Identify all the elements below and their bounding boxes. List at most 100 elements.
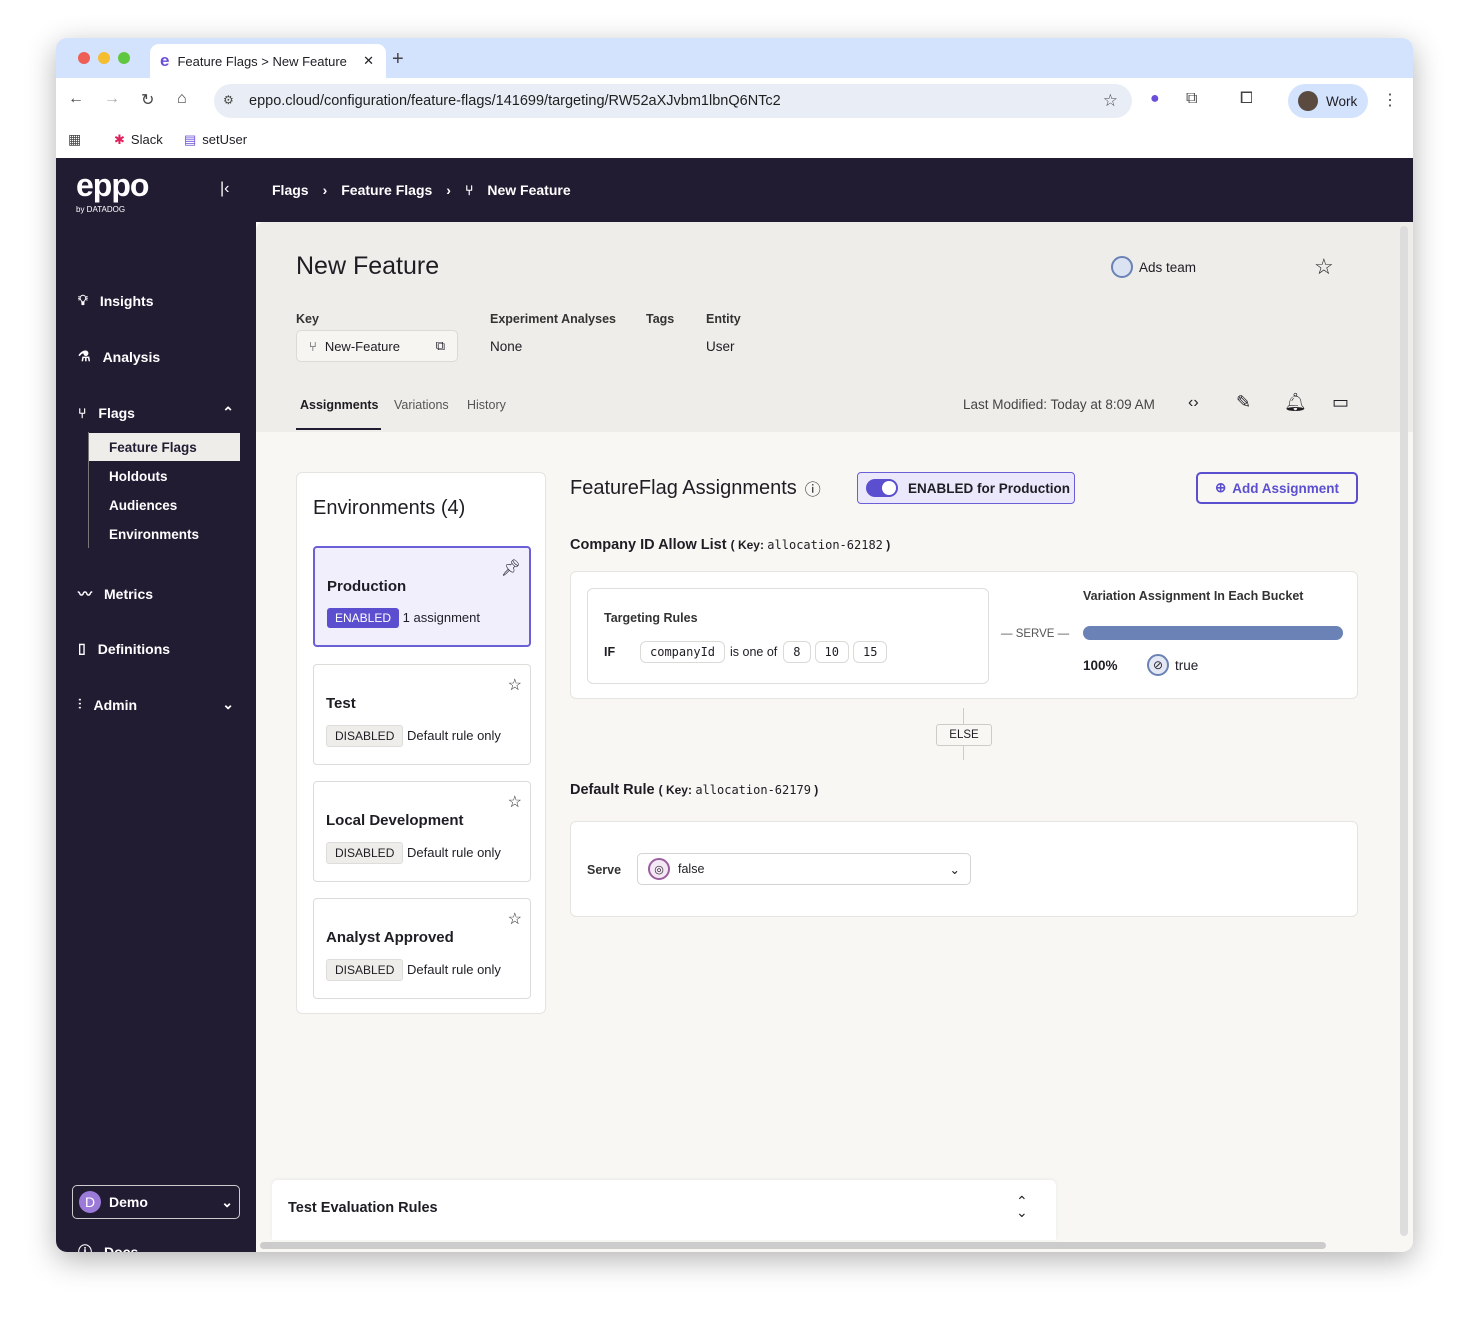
status-badge: DISABLED xyxy=(326,842,404,864)
environments-title: Environments (4) xyxy=(313,497,466,519)
bookmark-star-icon[interactable]: ☆ xyxy=(1103,91,1118,111)
extensions-puzzle-icon[interactable]: ⧉ xyxy=(1186,90,1197,108)
star-icon[interactable]: ☆ xyxy=(508,792,522,812)
rules-label: Targeting Rules xyxy=(604,611,698,625)
address-bar[interactable]: ⚙ eppo.cloud/configuration/feature-flags… xyxy=(214,84,1132,118)
app-header: eppo by DATADOG |‹ Flags › Feature Flags ›… xyxy=(56,158,1413,222)
close-tab-icon[interactable]: ✕ xyxy=(363,53,374,69)
workspace-avatar: D xyxy=(79,1191,101,1213)
environment-toggle[interactable]: ENABLED for Production xyxy=(857,472,1075,504)
sidebar-item-definitions[interactable]: ▯ Definitions xyxy=(78,640,170,657)
team-name: Ads team xyxy=(1139,259,1197,275)
collapse-sidebar-icon[interactable]: |‹ xyxy=(220,180,229,198)
expand-collapse-icon[interactable]: ⌃ ⌄ xyxy=(1016,1194,1028,1219)
sidebar-item-flags[interactable]: ⑂ Flags ⌃ xyxy=(78,404,234,421)
bookmark-label: setUser xyxy=(202,132,248,147)
key-label: Key: xyxy=(665,783,692,797)
pin-icon[interactable]: 📌︎ xyxy=(501,558,521,578)
maximize-window-button[interactable] xyxy=(118,52,130,64)
nav-label: Flags xyxy=(98,404,135,421)
edit-icon[interactable]: ✎ xyxy=(1236,392,1251,413)
sidebar-item-docs[interactable]: ⓘ Docs xyxy=(78,1242,138,1252)
sidebar-item-admin[interactable]: ⫶ Admin ⌄ xyxy=(78,696,234,713)
horizontal-scrollbar[interactable] xyxy=(260,1242,1326,1249)
home-icon[interactable]: ⌂ xyxy=(177,90,187,108)
serve-text: SERVE xyxy=(1015,628,1055,640)
sidebar-item-holdouts[interactable]: Holdouts xyxy=(109,469,168,484)
extension-icon[interactable]: ● xyxy=(1150,90,1160,108)
flask-icon: ⚗ xyxy=(78,348,91,364)
bucket-fill xyxy=(1083,626,1343,640)
allocation-card[interactable]: Targeting Rules IF companyId is one of 8… xyxy=(570,571,1358,699)
breadcrumb-feature-flags[interactable]: Feature Flags xyxy=(341,182,432,198)
rule-row: IF companyId is one of 8 10 15 xyxy=(604,641,888,663)
tab-assignments[interactable]: Assignments xyxy=(300,398,379,412)
eppo-logo[interactable]: eppo xyxy=(76,169,149,201)
tab-search-icon[interactable]: ⧠ xyxy=(1240,90,1253,108)
vertical-scrollbar[interactable] xyxy=(1400,226,1408,1236)
allocation-name: Company ID Allow List xyxy=(570,537,727,553)
profile-button[interactable]: Work xyxy=(1288,84,1368,118)
bookmark-setuser[interactable]: ▤ setUser xyxy=(184,132,247,148)
nav-label: Definitions xyxy=(97,640,171,657)
copy-icon[interactable]: ⧉ xyxy=(436,338,445,354)
add-assignment-button[interactable]: ⊕ Add Assignment xyxy=(1196,472,1358,504)
panel-title: Test Evaluation Rules xyxy=(288,1200,438,1216)
chevron-up-icon: ⌃ xyxy=(222,404,234,420)
env-detail: Default rule only xyxy=(406,728,501,743)
chevron-right-icon: › xyxy=(322,182,328,198)
bookmark-slack[interactable]: ✱ Slack xyxy=(114,132,163,148)
flag-key: New-Feature xyxy=(324,338,400,354)
star-icon[interactable]: ☆ xyxy=(508,909,522,929)
team-icon xyxy=(1111,256,1133,278)
env-card-test[interactable]: Test ☆ DISABLED Default rule only xyxy=(313,664,531,765)
archive-icon[interactable]: ▭ xyxy=(1332,392,1349,413)
sidebar-item-audiences[interactable]: Audiences xyxy=(109,498,177,513)
back-icon[interactable]: ← xyxy=(68,90,84,108)
tab-variations[interactable]: Variations xyxy=(394,398,449,412)
nav-label: Admin xyxy=(93,696,138,713)
sidebar-item-insights[interactable]: 💡︎ Insights xyxy=(78,292,153,309)
workspace-name: Demo xyxy=(109,1194,148,1210)
team-badge[interactable]: Ads team xyxy=(1111,256,1196,278)
close-window-button[interactable] xyxy=(78,52,90,64)
sidebar-item-analysis[interactable]: ⚗ Analysis xyxy=(78,348,160,365)
code-icon[interactable]: ‹› xyxy=(1188,394,1199,412)
bell-icon[interactable]: 🔔︎ xyxy=(1284,392,1307,413)
status-badge: DISABLED xyxy=(326,725,404,747)
apps-grid-icon[interactable]: ▦ xyxy=(68,131,81,148)
forward-icon[interactable]: → xyxy=(104,90,120,108)
site-settings-icon[interactable]: ⚙ xyxy=(223,93,234,107)
workspace-select[interactable]: D Demo ⌄ xyxy=(72,1185,240,1219)
slack-icon: ✱ xyxy=(114,132,125,147)
menu-kebab-icon[interactable]: ⋮ xyxy=(1382,90,1398,110)
help-icon[interactable]: ⓘ xyxy=(805,476,821,500)
breadcrumb-flags[interactable]: Flags xyxy=(272,182,309,198)
profile-name: Work xyxy=(1326,93,1358,109)
flag-branch-icon: ⑂ xyxy=(464,182,474,198)
breadcrumb: Flags › Feature Flags › ⑂ New Feature xyxy=(272,182,571,198)
reload-icon[interactable]: ↻ xyxy=(141,90,154,110)
toggle-switch[interactable] xyxy=(866,479,898,497)
variation-label: ⊘ true xyxy=(1147,654,1198,676)
chevron-right-icon: › xyxy=(446,182,451,198)
env-card-production[interactable]: Production 📌︎ ENABLED 1 assignment xyxy=(313,546,531,647)
sidebar-item-feature-flags[interactable]: Feature Flags xyxy=(109,440,197,455)
favorite-star-icon[interactable]: ☆ xyxy=(1314,254,1334,280)
sidebar-item-environments[interactable]: Environments xyxy=(109,527,199,542)
key-label: Key: xyxy=(737,538,764,552)
test-evaluation-panel[interactable]: Test Evaluation Rules ⌃ ⌄ xyxy=(272,1180,1056,1240)
env-name: Production xyxy=(327,578,407,595)
sidebar-item-metrics[interactable]: 〰 Metrics xyxy=(78,584,153,604)
bookmark-label: Slack xyxy=(130,132,163,147)
star-icon[interactable]: ☆ xyxy=(508,675,522,695)
attribute-chip: companyId xyxy=(640,641,726,663)
tab-history[interactable]: History xyxy=(467,398,506,412)
new-tab-icon[interactable]: + xyxy=(392,48,404,71)
env-card-local-development[interactable]: Local Development ☆ DISABLED Default rul… xyxy=(313,781,531,882)
browser-tab[interactable]: e Feature Flags > New Feature ✕ xyxy=(150,44,386,78)
serve-variation-select[interactable]: ◎ false ⌄ xyxy=(637,853,971,885)
env-card-analyst-approved[interactable]: Analyst Approved ☆ DISABLED Default rule… xyxy=(313,898,531,999)
entity-value: User xyxy=(706,339,735,354)
minimize-window-button[interactable] xyxy=(98,52,110,64)
